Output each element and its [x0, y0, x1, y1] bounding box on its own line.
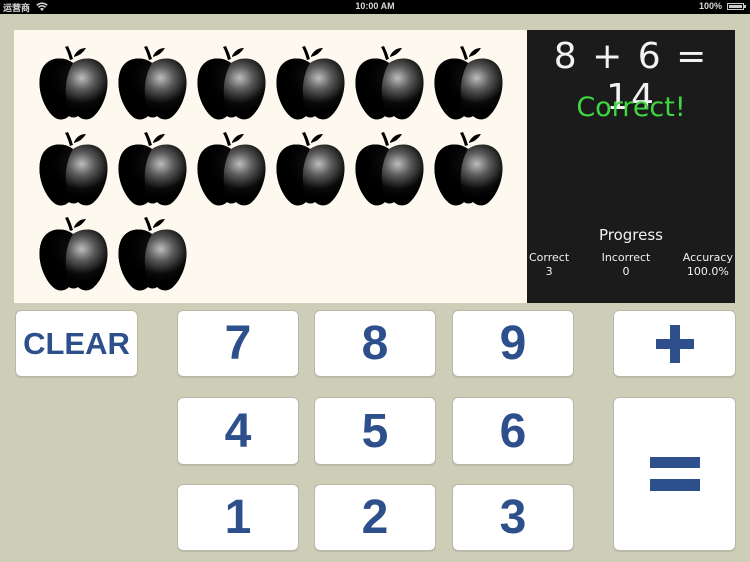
digit-3-button[interactable]: 3 [452, 484, 574, 551]
apple-icon [39, 46, 108, 120]
stat-correct: Correct 3 [529, 251, 569, 278]
digit-5-button[interactable]: 5 [314, 397, 436, 465]
apple-icon [434, 46, 503, 120]
stat-label: Correct [529, 251, 570, 264]
apple-icon [197, 131, 266, 205]
clock: 10:00 AM [355, 1, 395, 11]
progress-title: Progress [598, 226, 663, 244]
digit-2-button[interactable]: 2 [314, 484, 436, 551]
status-bar: 运营商 10:00 AM 100% [0, 0, 750, 14]
apple-counting-panel [14, 30, 527, 303]
digit-4-button[interactable]: 4 [177, 397, 299, 465]
clear-button[interactable]: CLEAR [15, 310, 138, 377]
stat-value: 3 [545, 265, 553, 278]
apple-icon [39, 217, 108, 291]
stat-incorrect: Incorrect 0 [602, 251, 651, 278]
stat-accuracy: Accuracy 100.0% [683, 251, 733, 278]
battery-percent: 100% [698, 1, 722, 11]
digit-7-button[interactable]: 7 [177, 310, 299, 377]
digit-6-button[interactable]: 6 [452, 397, 574, 465]
equals-button[interactable] [613, 397, 736, 551]
digit-1-button[interactable]: 1 [177, 484, 299, 551]
equals-icon [649, 457, 700, 491]
apple-icon [276, 46, 345, 120]
apple-icon [197, 46, 266, 120]
apple-icon [355, 46, 424, 120]
apple-icon [39, 131, 108, 205]
stat-label: Accuracy [682, 251, 733, 264]
digit-8-button[interactable]: 8 [314, 310, 436, 377]
chalkboard: 8 + 6 = 14 Correct! Progress Correct 3 I… [527, 30, 735, 303]
stat-label: Incorrect [601, 251, 651, 264]
apple-icon [118, 46, 187, 120]
apple-icon [118, 217, 187, 291]
progress-stats: Correct 3 Incorrect 0 Accuracy 100.0% [527, 251, 735, 278]
battery-icon [727, 3, 746, 10]
feedback-message: Correct! [576, 92, 686, 123]
stat-value: 100.0% [686, 265, 729, 278]
plus-button[interactable] [613, 310, 736, 377]
apple-icon [118, 131, 187, 205]
digit-9-button[interactable]: 9 [452, 310, 574, 377]
stat-value: 0 [622, 265, 630, 278]
apple-icon [276, 131, 345, 205]
apple-icon [434, 131, 503, 205]
plus-icon [655, 324, 694, 363]
apple-icon [355, 131, 424, 205]
